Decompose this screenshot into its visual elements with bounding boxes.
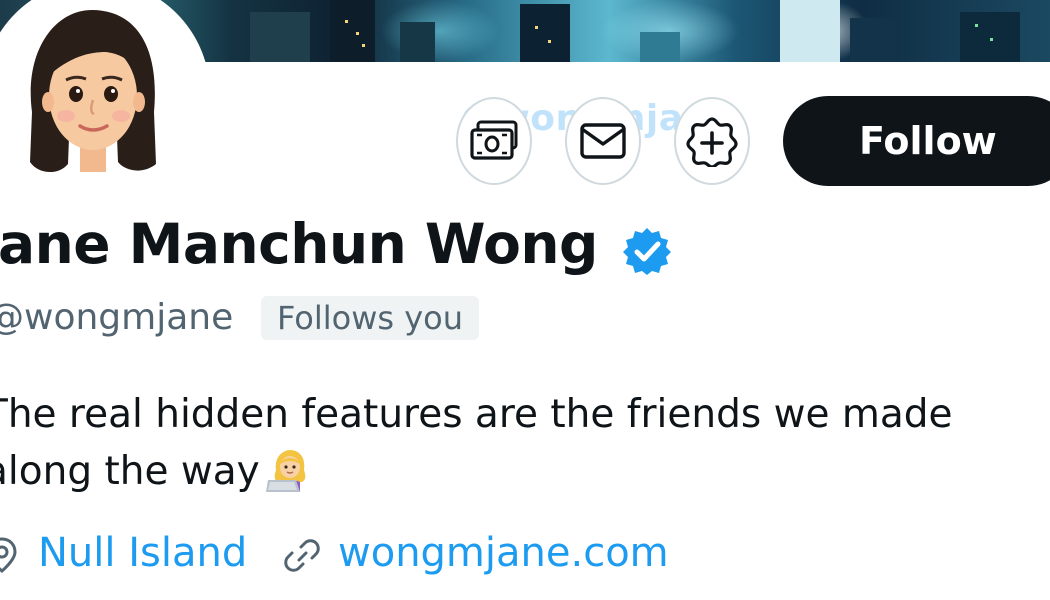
add-notification-icon (686, 117, 738, 167)
username-handle: @wongmjane (0, 297, 234, 338)
follow-button[interactable]: Follow (783, 96, 1050, 186)
website-link[interactable]: wongmjane.com (338, 530, 669, 582)
money-icon (470, 120, 518, 160)
subscribe-button[interactable] (674, 97, 750, 185)
display-name: Jane Manchun Wong (0, 212, 598, 276)
follows-you-badge: Follows you (261, 296, 480, 340)
woman-technologist-emoji (265, 450, 306, 492)
bio-text: The real hidden features are the friends… (0, 392, 953, 494)
link-icon (284, 539, 320, 572)
location-pin-icon (0, 537, 17, 573)
mail-icon (580, 123, 626, 159)
location-text: Null Island (38, 530, 248, 576)
tip-button[interactable] (456, 97, 532, 185)
verified-badge-icon[interactable] (622, 226, 672, 276)
profile-bio: The real hidden features are the friends… (0, 386, 1004, 500)
message-button[interactable] (565, 97, 641, 185)
